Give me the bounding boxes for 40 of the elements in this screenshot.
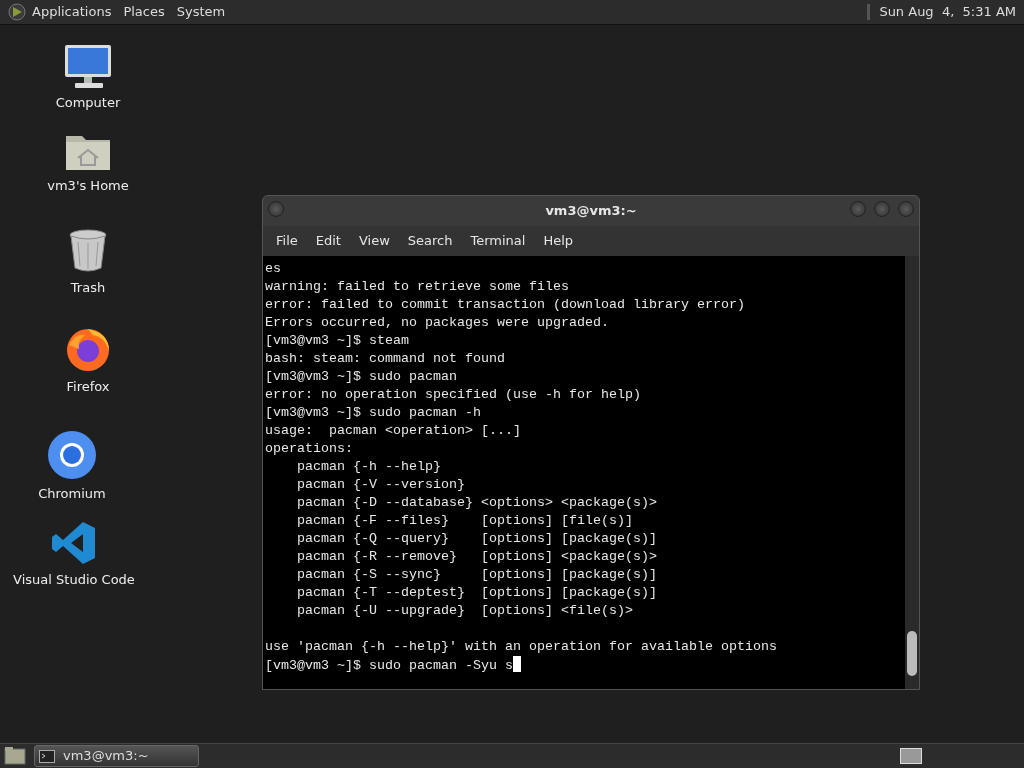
terminal-line: error: no operation specified (use -h for help) bbox=[265, 387, 641, 402]
terminal-line: es bbox=[265, 261, 281, 276]
menu-item[interactable]: View bbox=[349, 231, 399, 251]
menu-item[interactable]: Help bbox=[534, 231, 583, 251]
terminal-line: pacman {-Q --query} [options] [package(s)] bbox=[296, 531, 657, 546]
terminal-line: bash: steam: command not found bbox=[265, 351, 505, 366]
menu-item[interactable]: Terminal bbox=[461, 231, 535, 251]
terminal-line: [vm3@vm3 ~]$ sudo pacman bbox=[265, 369, 457, 384]
menu-item[interactable]: Search bbox=[398, 231, 462, 251]
terminal-line: pacman {-S --sync} [options] [package(s)] bbox=[296, 567, 657, 582]
terminal-line: [vm3@vm3 ~]$ sudo pacman -Syu s bbox=[265, 658, 513, 673]
icon-label[interactable]: Trash bbox=[70, 278, 106, 298]
panel-menu[interactable]: Applications bbox=[26, 2, 118, 22]
taskbar-button[interactable]: vm3@vm3:~ bbox=[34, 745, 199, 767]
window-title: vm3@vm3:~ bbox=[545, 202, 637, 221]
terminal-line: pacman {-V --version} bbox=[296, 477, 465, 492]
terminal-line: operations: bbox=[265, 441, 353, 456]
terminal-line: pacman {-T --deptest} [options] [package(s)] bbox=[296, 585, 657, 600]
icon-label[interactable]: Computer bbox=[55, 93, 121, 113]
menu-item[interactable]: File bbox=[267, 231, 307, 251]
terminal-line: pacman {-h --help} bbox=[296, 459, 441, 474]
terminal-line: warning: failed to retrieve some files bbox=[265, 279, 569, 294]
terminal-line: usage: pacman <operation> [...] bbox=[265, 423, 521, 438]
icon-label[interactable]: Chromium bbox=[38, 484, 106, 504]
terminal-line: [vm3@vm3 ~]$ sudo pacman -h bbox=[265, 405, 481, 420]
icon-label[interactable]: Visual Studio Code bbox=[13, 570, 135, 590]
panel-menu[interactable]: Places bbox=[117, 2, 171, 22]
terminal-line: pacman {-F --files} [options] [file(s)] bbox=[296, 513, 633, 528]
terminal-line: Errors occurred, no packages were upgraded. bbox=[265, 315, 609, 330]
terminal-line: pacman {-R --remove} [options] <package(s)> bbox=[296, 549, 657, 564]
icon-label[interactable]: Firefox bbox=[66, 377, 110, 397]
terminal-line: error: failed to commit transaction (download library error) bbox=[265, 297, 745, 312]
terminal-line: pacman {-D --database} <options> <package(s)> bbox=[296, 495, 657, 510]
menu-item[interactable]: Edit bbox=[306, 231, 350, 251]
terminal-line: pacman {-U --upgrade} [options] <file(s)> bbox=[296, 603, 633, 618]
clock: Sun Aug 4, 5:31 AM bbox=[879, 3, 1016, 22]
panel-menu[interactable]: System bbox=[170, 2, 232, 22]
terminal-line: [vm3@vm3 ~]$ steam bbox=[265, 333, 409, 348]
icon-label[interactable]: vm3's Home bbox=[47, 176, 129, 196]
terminal-line: use 'pacman {-h --help}' with an operation for available options bbox=[265, 639, 777, 654]
